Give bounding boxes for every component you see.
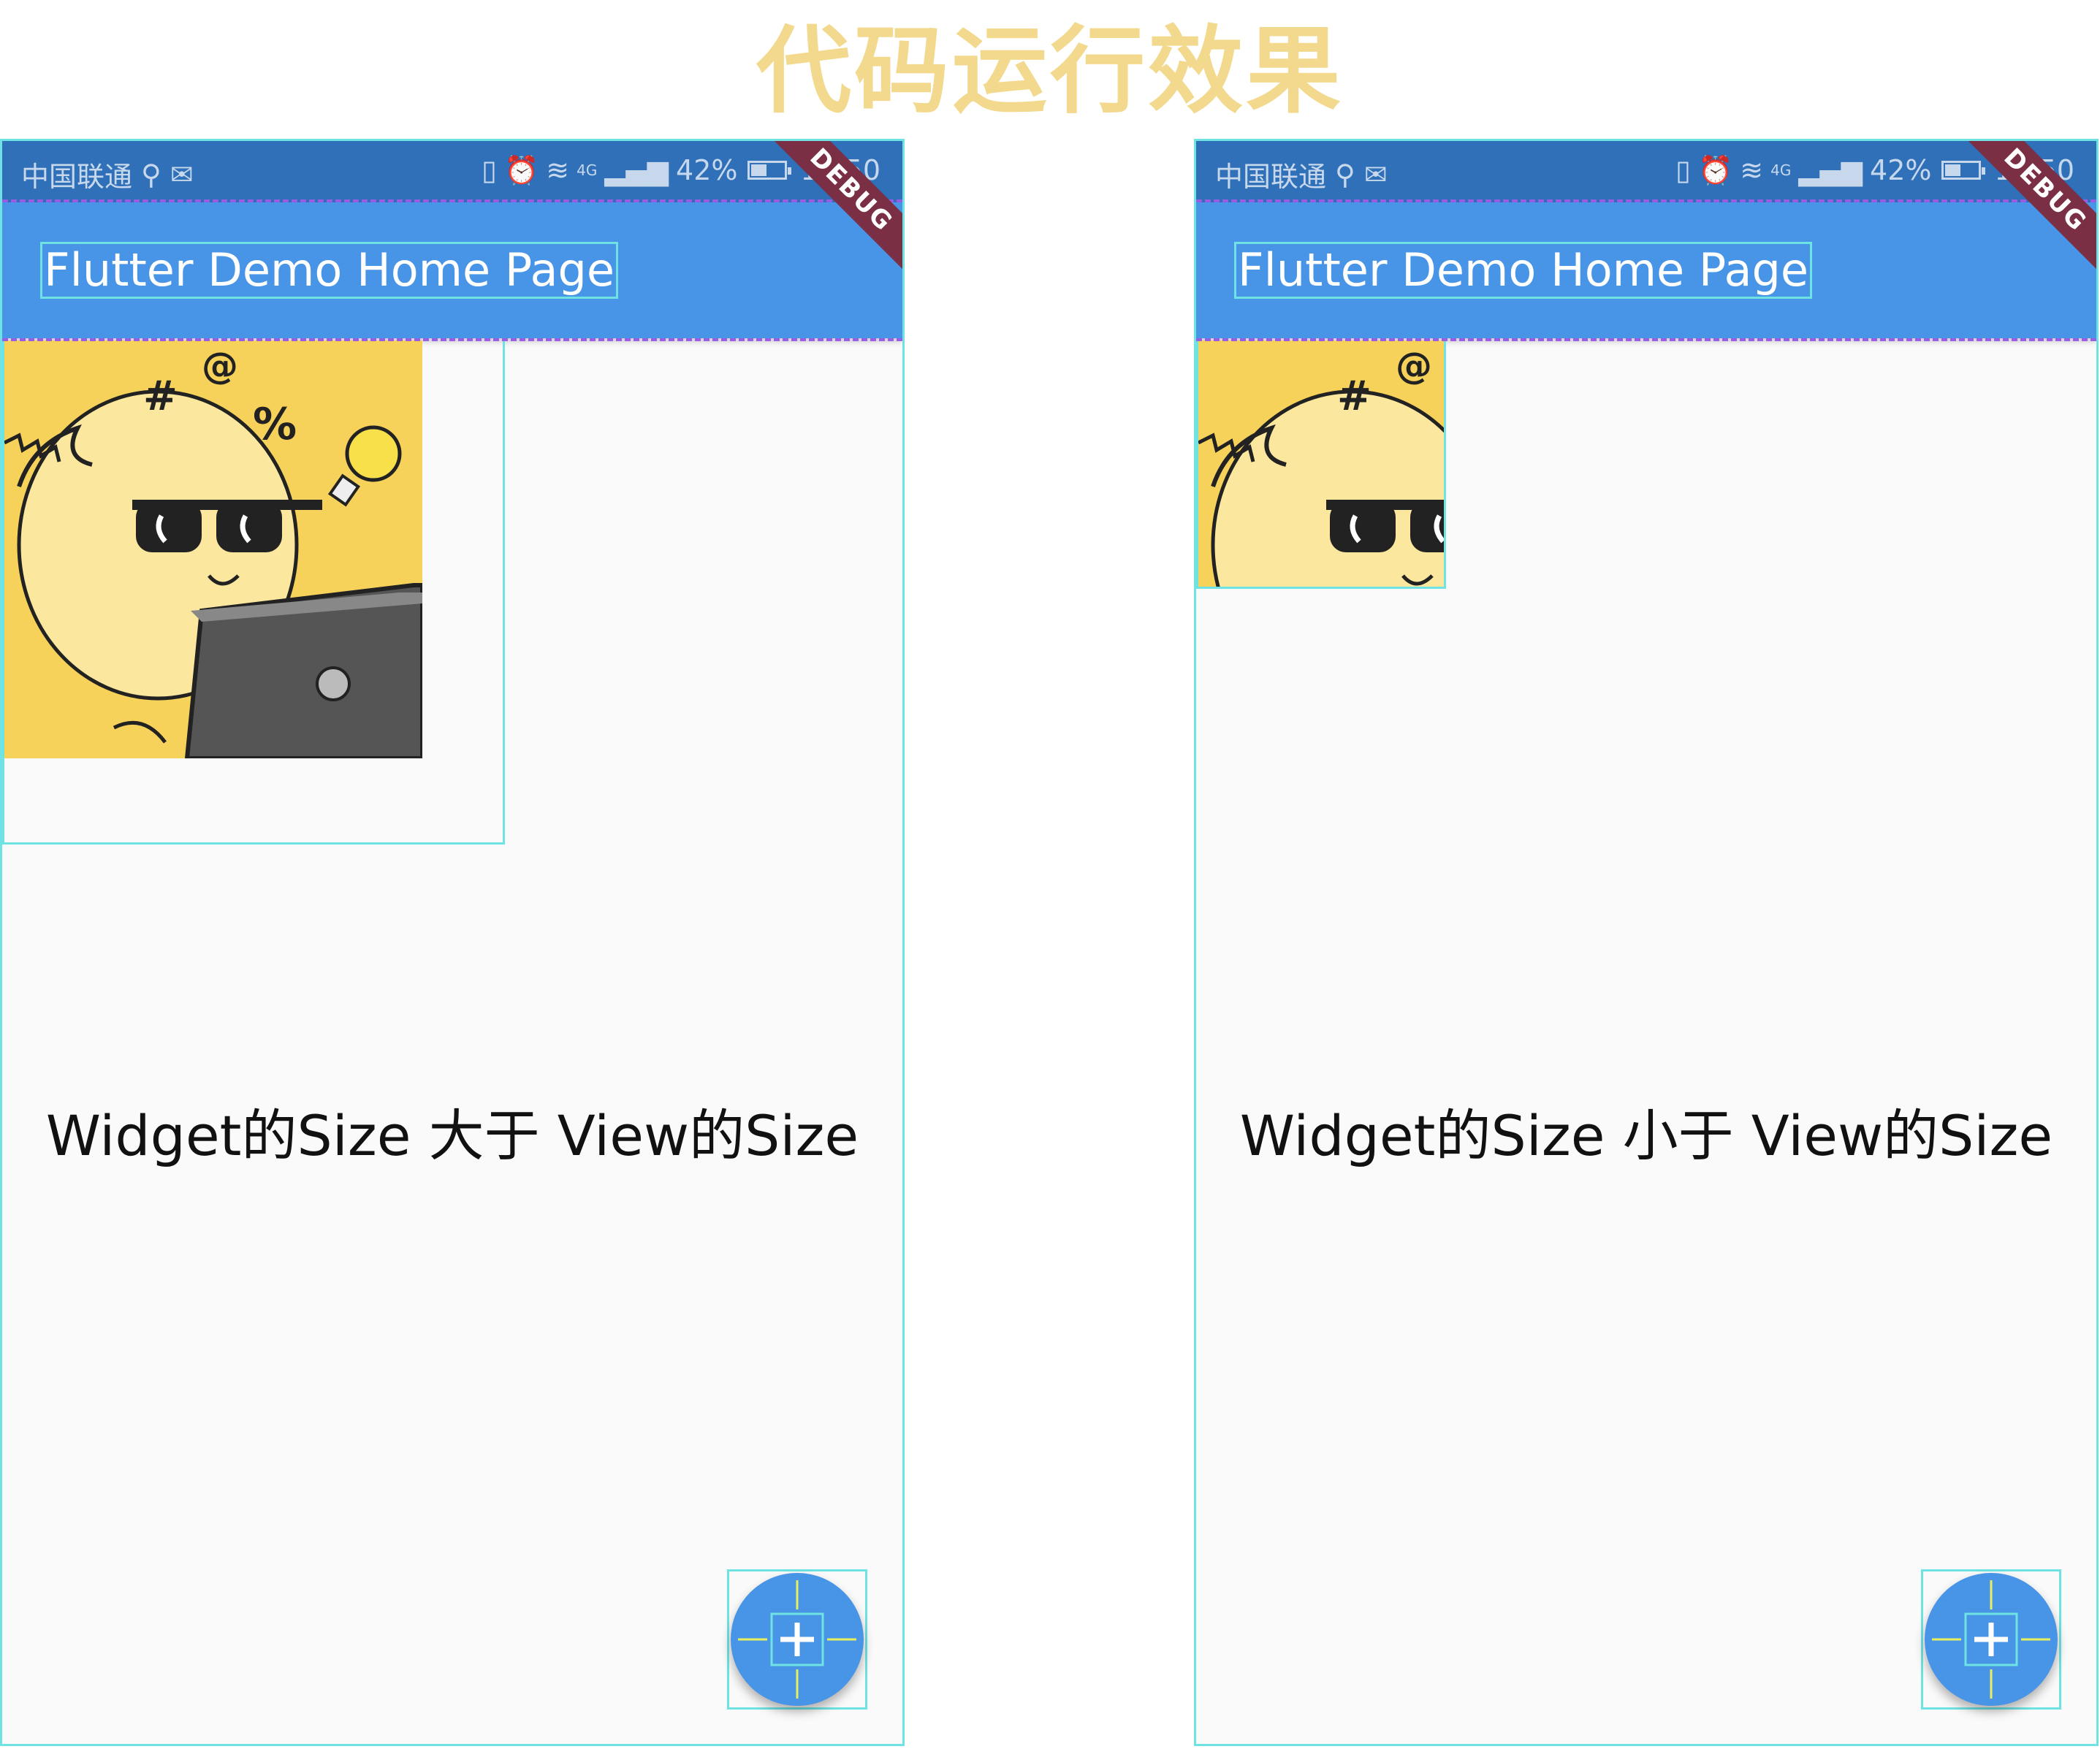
page-heading: 代码运行效果 [756,15,1344,126]
notification-icon: ✉ [1363,158,1388,191]
phone-screen-right: 中国联通 ⚲ ✉ ▯ ⏰ ≋ 4G ▂▄▆ 42% 16:50 Flutter … [1194,139,2099,1746]
fab-debug-outline [727,1569,867,1710]
status-bar: 中国联通 ⚲ ✉ ▯ ⏰ ≋ 4G ▂▄▆ 42% 16:50 [1196,141,2096,202]
phone-screen-left: 中国联通 ⚲ ✉ ▯ ⏰ ≋ 4G ▂▄▆ 42% 16:50 Flutter … [0,139,905,1746]
svg-text:@: @ [1396,345,1432,387]
carrier-label: 中国联通 [21,161,133,193]
add-fab-button[interactable] [731,1573,864,1706]
debug-dashed-line [2,338,902,341]
caption-text: Widget的Size 大于 View的Size [45,1103,859,1168]
usb-icon: ⚲ [1335,158,1355,191]
network-label: 4G [1770,161,1792,179]
battery-icon [747,161,792,180]
battery-percent: 42% [1870,154,1932,186]
app-bar: Flutter Demo Home Page [1196,202,2096,338]
plus-icon [780,1623,814,1656]
alarm-icon: ⏰ [503,154,539,186]
widget-bounds-outline: # @ [1196,340,1446,589]
svg-text:#: # [143,373,178,420]
svg-text:@: @ [202,345,238,387]
app-bar-title: Flutter Demo Home Page [1234,242,1812,299]
status-bar: 中国联通 ⚲ ✉ ▯ ⏰ ≋ 4G ▂▄▆ 42% 16:50 [2,141,902,202]
illustration-image-cropped: # @ [1198,340,1444,587]
debug-dashed-line [1196,338,2096,341]
fab-debug-outline [1921,1569,2061,1710]
plus-icon [1974,1623,2008,1656]
vibrate-icon: ▯ [1675,154,1691,186]
network-label: 4G [577,161,598,179]
svg-text:#: # [1337,373,1372,420]
illustration-image: # @ % [4,340,422,758]
app-bar-title: Flutter Demo Home Page [40,242,618,299]
wifi-icon: ≋ [546,154,570,186]
battery-icon [1941,161,1986,180]
signal-icon: ▂▄▆ [604,154,669,186]
vibrate-icon: ▯ [482,154,497,186]
wifi-icon: ≋ [1740,154,1764,186]
carrier-label: 中国联通 [1215,161,1327,193]
alarm-icon: ⏰ [1697,154,1733,186]
widget-bounds-outline: # @ % [2,340,505,845]
signal-icon: ▂▄▆ [1798,154,1863,186]
usb-icon: ⚲ [141,158,161,191]
add-fab-button[interactable] [1925,1573,2058,1706]
svg-text:%: % [253,399,297,450]
caption-text: Widget的Size 小于 View的Size [1239,1103,2053,1168]
notification-icon: ✉ [170,158,194,191]
battery-percent: 42% [676,154,738,186]
app-bar: Flutter Demo Home Page [2,202,902,338]
